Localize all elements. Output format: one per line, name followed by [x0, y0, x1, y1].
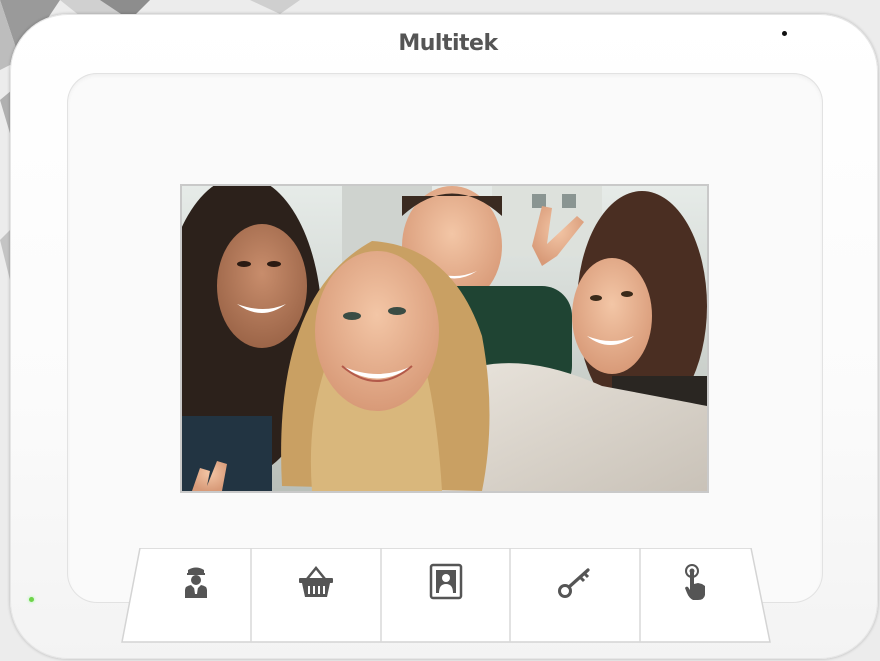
button-panel	[121, 548, 771, 643]
basket-icon	[299, 566, 333, 597]
touch-hand-icon	[685, 564, 705, 600]
door-unlock-button[interactable]	[510, 548, 640, 643]
concierge-button[interactable]	[141, 548, 251, 643]
brand-logo: Multitek	[398, 31, 498, 56]
shopping-basket-button[interactable]	[251, 548, 381, 643]
camera-sensor	[782, 31, 787, 36]
touch-call-button[interactable]	[640, 548, 752, 643]
selfie-photo	[182, 186, 707, 491]
display-screen	[180, 184, 709, 493]
photo-gallery-button[interactable]	[381, 548, 510, 643]
status-led	[29, 597, 34, 602]
portrait-icon	[429, 563, 462, 600]
key-icon	[558, 568, 590, 598]
concierge-icon	[185, 567, 207, 598]
